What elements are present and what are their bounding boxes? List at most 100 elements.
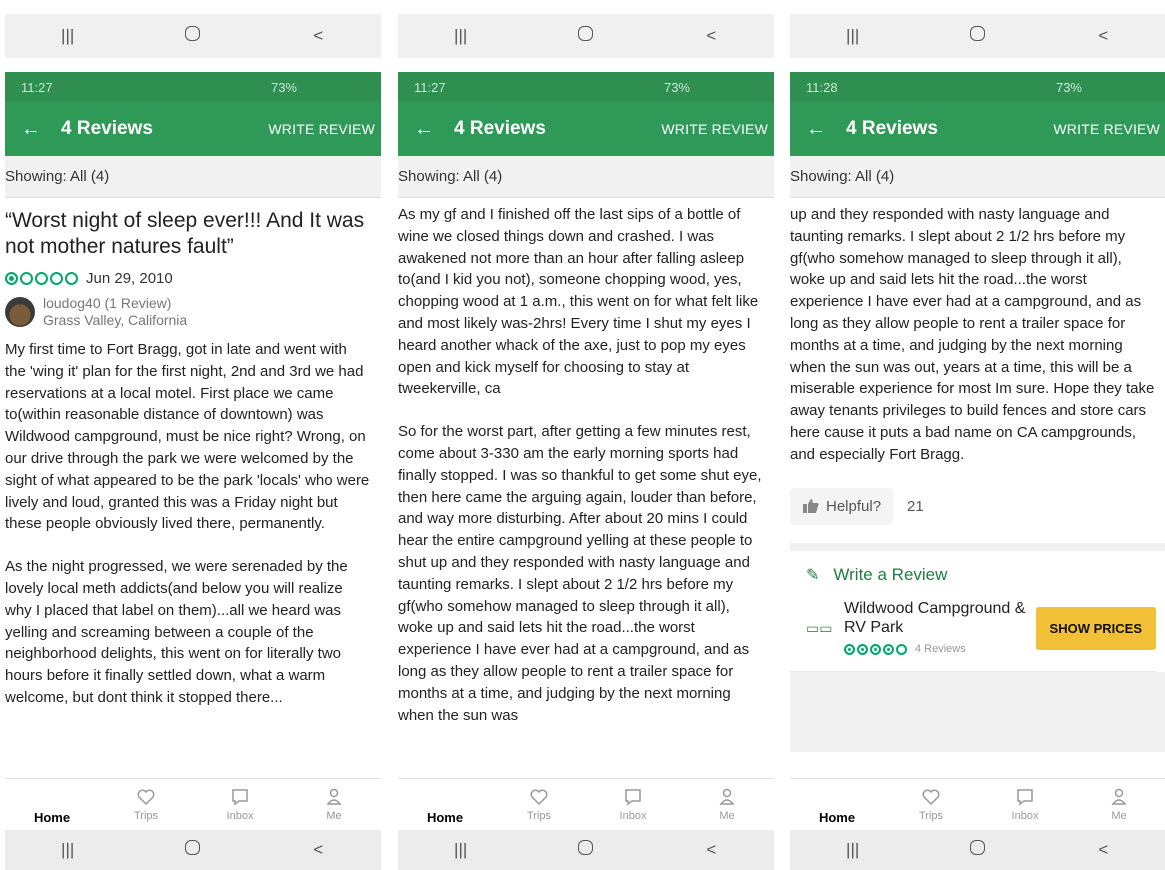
bottom-tab-bar: Home Trips Inbox Me [5,778,381,830]
business-name[interactable]: Wildwood Campground & RV Park [844,599,1036,637]
helpful-row: Helpful? 21 [790,487,1156,525]
helpful-button[interactable]: Helpful? [790,487,894,525]
tab-trips[interactable]: Trips [504,787,574,822]
battery-level: 73% [270,79,297,95]
write-review-button[interactable]: WRITE REVIEW [268,121,381,137]
bubble-empty-icon [35,272,48,285]
show-prices-button[interactable]: SHOW PRICES [1035,607,1156,651]
recents-button[interactable]: ||| [38,840,98,860]
home-system-button[interactable] [556,840,616,860]
bubble-empty-icon [50,272,63,285]
avatar[interactable] [5,297,35,327]
tab-label: Home [426,810,464,825]
tab-inbox[interactable]: Inbox [990,787,1060,822]
recents-button[interactable]: ||| [823,26,883,46]
heart-icon [137,789,155,806]
filter-showing-label[interactable]: Showing: All (4) [5,156,381,198]
filter-showing-label[interactable]: Showing: All (4) [790,156,1165,198]
divider [790,542,1165,551]
heart-icon [530,789,548,806]
write-review-button[interactable]: WRITE REVIEW [661,121,774,137]
status-time: 11:27 [21,79,53,95]
author-location: Grass Valley, California [43,312,188,328]
tab-home[interactable]: Home [17,787,87,825]
tab-home[interactable]: Home [410,787,480,825]
helpful-label: Helpful? [826,497,882,515]
tab-trips[interactable]: Trips [896,787,966,822]
chat-icon [1017,789,1033,806]
home-system-button[interactable] [556,26,616,46]
empty-area [790,671,1165,752]
recents-button[interactable]: ||| [823,840,883,860]
phone-screen-2: ||| < 11:27 73% ← 4 Reviews WRITE REVIEW… [398,0,774,870]
system-nav-bar-top: ||| < [5,14,381,58]
bubble-full-icon [5,272,18,285]
review-paragraph: As the night progressed, we were serenad… [5,558,348,706]
home-system-button[interactable] [163,840,223,860]
system-back-button[interactable]: < [1073,840,1133,860]
tab-label: Inbox [1011,810,1039,822]
bubble-empty-icon [65,272,78,285]
system-back-button[interactable]: < [1073,26,1133,46]
status-time: 11:28 [806,79,838,95]
bottom-tab-bar: Home Trips Inbox Me [790,778,1165,830]
rating-bubbles [5,272,78,285]
business-card[interactable]: ▭▭ Wildwood Campground & RV Park 4 Revie… [790,585,1156,672]
review-paragraph: So for the worst part, after getting a f… [398,423,762,724]
circle-icon [578,26,594,41]
recents-button[interactable]: ||| [38,26,98,46]
review-content[interactable]: “Worst night of sleep ever!!! And It was… [5,198,381,778]
filter-showing-label[interactable]: Showing: All (4) [398,156,774,198]
phone-screen-3: ||| < 11:28 73% ← 4 Reviews WRITE REVIEW… [790,0,1165,870]
app-bar: ← 4 Reviews WRITE REVIEW [790,102,1165,156]
back-arrow-icon[interactable]: ← [806,118,846,141]
author-name[interactable]: loudog40 (1 Review) [43,295,171,311]
heart-icon [922,789,940,806]
circle-icon [578,840,594,855]
tab-me[interactable]: Me [1084,787,1154,822]
home-system-button[interactable] [948,26,1008,46]
system-nav-bar-bottom: ||| < [790,830,1165,870]
bubble-empty-icon [896,643,907,655]
review-title: “Worst night of sleep ever!!! And It was… [5,209,365,258]
tab-label: Trips [918,810,944,822]
tab-inbox[interactable]: Inbox [205,787,275,822]
tab-label: Inbox [226,810,254,822]
tab-me[interactable]: Me [299,787,369,822]
status-bar: 11:27 73% [398,72,774,102]
review-content[interactable]: As my gf and I finished off the last sip… [398,198,774,778]
status-time: 11:27 [414,79,446,95]
write-a-review-link[interactable]: ✎ Write a Review [790,551,1156,585]
write-review-button[interactable]: WRITE REVIEW [1053,121,1165,137]
system-back-button[interactable]: < [681,840,741,860]
business-review-count[interactable]: 4 Reviews [915,640,966,659]
home-system-button[interactable] [163,26,223,46]
bed-icon: ▭▭ [806,620,833,637]
chat-icon [232,789,248,806]
system-back-button[interactable]: < [681,26,741,46]
back-arrow-icon[interactable]: ← [21,118,61,141]
write-a-review-label: Write a Review [833,564,948,584]
tab-trips[interactable]: Trips [111,787,181,822]
person-icon [326,788,342,805]
tab-home[interactable]: Home [802,787,872,825]
home-system-button[interactable] [948,840,1008,860]
author-row[interactable]: loudog40 (1 Review) Grass Valley, Califo… [5,295,371,329]
recents-button[interactable]: ||| [431,840,491,860]
back-arrow-icon[interactable]: ← [414,118,454,141]
system-back-button[interactable]: < [288,26,348,46]
tab-label: Inbox [619,810,647,822]
person-icon [1111,788,1127,805]
bubble-full-icon [857,643,868,655]
bubble-full-icon [870,643,881,655]
review-content[interactable]: up and they responded with nasty languag… [790,198,1165,778]
tab-me[interactable]: Me [692,787,762,822]
bottom-tab-bar: Home Trips Inbox Me [398,778,774,830]
system-back-button[interactable]: < [288,840,348,860]
circle-icon [970,26,986,41]
circle-icon [185,840,201,855]
page-title: 4 Reviews [846,118,938,139]
tab-inbox[interactable]: Inbox [598,787,668,822]
pencil-icon: ✎ [806,566,820,584]
recents-button[interactable]: ||| [431,26,491,46]
